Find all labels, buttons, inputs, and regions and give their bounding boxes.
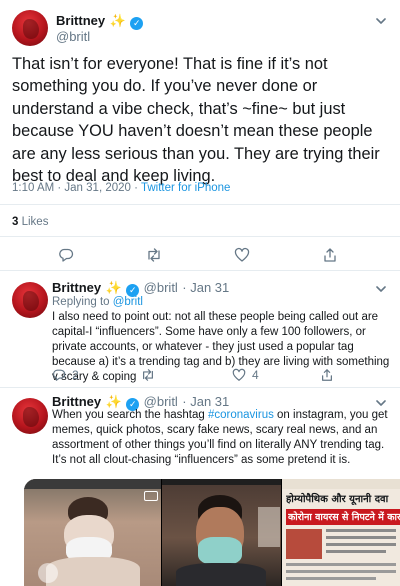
tweet-text: That isn’t for everyone! That is fine if… (12, 55, 380, 186)
reply-text-start: When you search the hashtag (52, 409, 208, 421)
verified-badge-icon: ✓ (130, 17, 144, 30)
tweet-timestamp-row: 1:10 AM · Jan 31, 2020 · Twitter for iPh… (12, 182, 230, 194)
divider (0, 387, 400, 388)
news-headline-1: होम्योपैथिक और यूनानी दवा (286, 494, 389, 505)
more-options-chevron-icon[interactable] (374, 14, 388, 28)
retweet-icon[interactable] (145, 247, 163, 263)
divider (0, 270, 400, 271)
media-grid[interactable]: होम्योपैथिक और यूनानी दवा कोरोना वायरस स… (24, 479, 400, 586)
news-headline-2: कोरोना वायरस से निपटने में कारगर (288, 512, 400, 523)
reply-header: Brittney ✨ ✓ @britl · Jan 31 (52, 279, 229, 297)
author-handle[interactable]: @britl (144, 280, 178, 295)
share-icon[interactable] (322, 247, 338, 263)
likes-row[interactable]: 3 Likes (12, 216, 48, 228)
share-icon[interactable] (320, 368, 334, 382)
tweet-source-link[interactable]: Twitter for iPhone (141, 182, 230, 194)
avatar[interactable] (12, 10, 48, 46)
retweet-icon[interactable] (140, 368, 156, 382)
tweet-date[interactable]: · Jan 31 (182, 280, 229, 295)
divider (0, 236, 400, 237)
divider (0, 204, 400, 205)
avatar[interactable] (12, 398, 48, 434)
more-options-chevron-icon[interactable] (374, 282, 388, 296)
reply-text: When you search the hashtag #coronavirus… (52, 408, 394, 468)
like-heart-icon (232, 368, 246, 381)
media-image-3[interactable]: होम्योपैथिक और यूनानी दवा कोरोना वायरस स… (282, 479, 400, 586)
media-image-2[interactable] (162, 479, 281, 586)
like-heart-icon[interactable] (234, 247, 250, 263)
reply-icon[interactable] (58, 247, 74, 263)
replying-to-handle[interactable]: @britl (113, 296, 143, 308)
author-handle[interactable]: @britl (56, 29, 90, 44)
replying-to-label: Replying to (52, 296, 113, 308)
like-button[interactable]: 4 (232, 368, 259, 382)
reply-count: 2 (72, 368, 79, 382)
reply-button[interactable]: 2 (52, 368, 79, 382)
tweet-timestamp[interactable]: 1:10 AM · Jan 31, 2020 · (12, 182, 141, 194)
author-name[interactable]: Brittney (56, 13, 105, 28)
author-name-row: Brittney ✨ ✓ (56, 12, 144, 30)
camera-icon (144, 491, 158, 501)
likes-label: Likes (21, 216, 49, 228)
reply-icon (52, 369, 66, 381)
tweet-date[interactable]: · Jan 31 (182, 394, 229, 409)
avatar[interactable] (12, 282, 48, 318)
reply-text: I also need to point out: not all these … (52, 311, 390, 383)
media-image-1[interactable] (24, 479, 161, 586)
author-name[interactable]: Brittney (52, 394, 101, 409)
author-handle[interactable]: @britl (144, 394, 178, 409)
hashtag-link[interactable]: #coronavirus (208, 409, 274, 421)
replying-to: Replying to @britl (52, 296, 143, 308)
author-name[interactable]: Brittney (52, 280, 101, 295)
sparkle-emoji: ✨ (105, 280, 122, 295)
sparkle-emoji: ✨ (105, 394, 122, 409)
like-count: 4 (252, 368, 259, 382)
likes-count: 3 (12, 216, 19, 228)
sparkle-emoji: ✨ (109, 13, 126, 28)
